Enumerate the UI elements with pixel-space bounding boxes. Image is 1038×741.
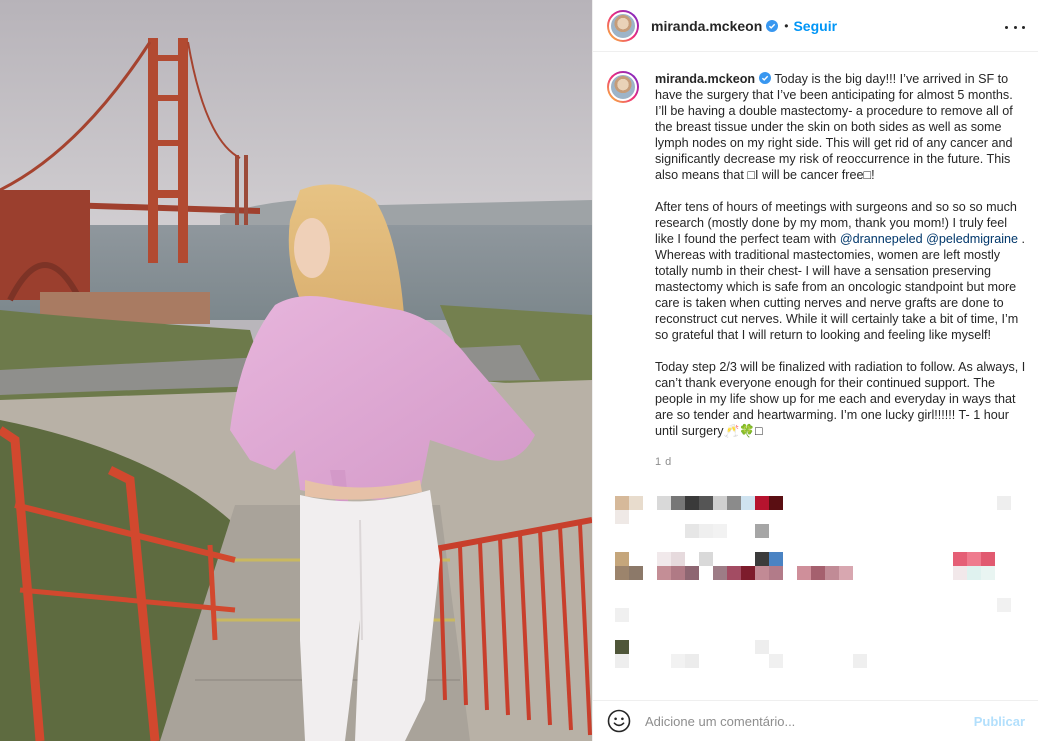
more-options-icon[interactable]	[1005, 17, 1025, 37]
follow-button[interactable]: Seguir	[793, 18, 837, 34]
caption-body-part-3: . Whereas with traditional mastectomies,…	[655, 232, 1026, 438]
mention-link[interactable]: @drannepeled	[840, 232, 923, 246]
publish-button[interactable]: Publicar	[974, 714, 1025, 729]
post-image-golden-gate	[0, 0, 592, 741]
username-link[interactable]: miranda.mckeon	[651, 18, 762, 34]
comment-input[interactable]	[645, 713, 974, 729]
add-comment-bar: Publicar	[593, 700, 1038, 741]
post-timestamp: 1 d	[655, 456, 672, 468]
caption-username-link[interactable]: miranda.mckeon	[655, 72, 755, 86]
mention-link[interactable]: @peledmigraine	[926, 232, 1018, 246]
post-header: miranda.mckeon • Seguir	[593, 0, 1038, 52]
comments-section: miranda.mckeon Today is the big day!!! I…	[593, 53, 1038, 693]
post-photo[interactable]	[0, 0, 592, 741]
avatar[interactable]	[607, 9, 639, 42]
post-side-panel: miranda.mckeon • Seguir miranda.mckeon T…	[592, 0, 1038, 741]
verified-badge-icon	[766, 19, 779, 32]
caption-body-part-1: Today is the big day!!! I’ve arrived in …	[655, 72, 1017, 246]
post-caption: miranda.mckeon Today is the big day!!! I…	[607, 71, 1027, 439]
emoji-smiley-icon[interactable]	[607, 709, 631, 733]
caption-avatar[interactable]	[607, 71, 639, 103]
verified-badge-icon	[759, 72, 772, 84]
separator-dot: •	[784, 18, 789, 33]
caption-text: miranda.mckeon Today is the big day!!! I…	[655, 71, 1027, 439]
